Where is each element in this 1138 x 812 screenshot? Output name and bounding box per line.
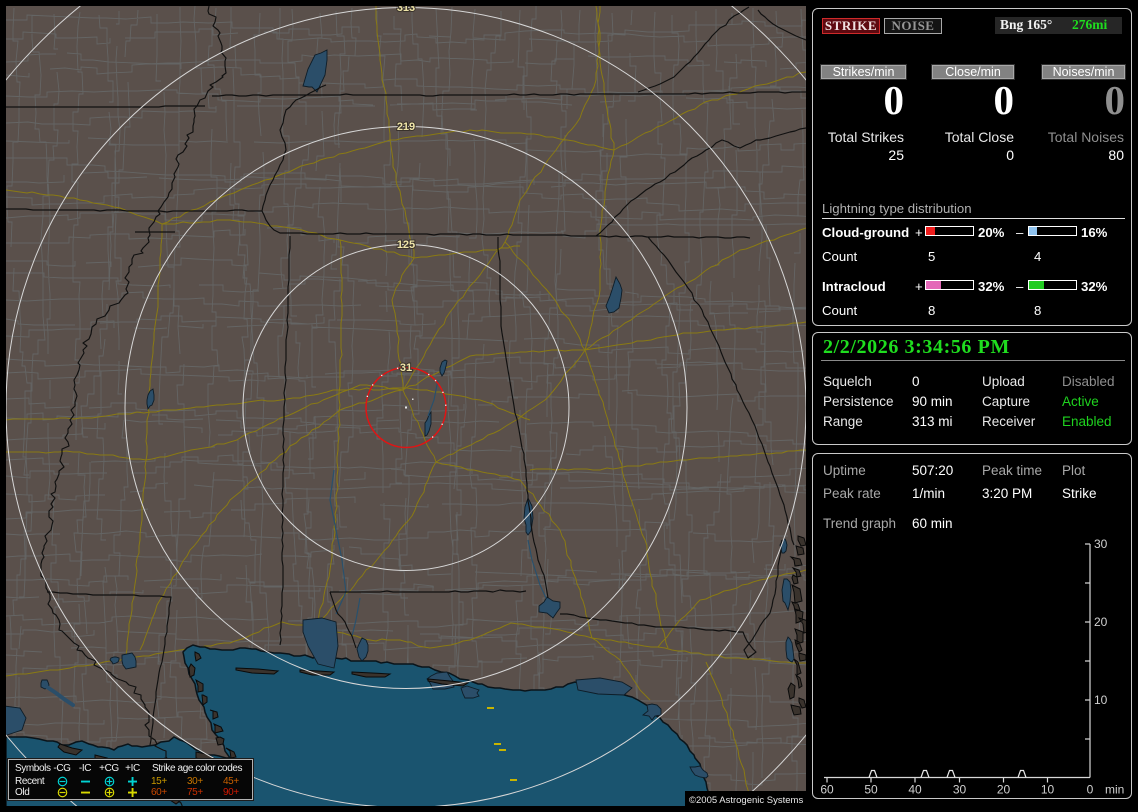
svg-text:20: 20 [1094,615,1108,629]
svg-text:10: 10 [1094,693,1108,707]
svg-text:219: 219 [397,121,415,133]
svg-text:313: 313 [397,6,415,14]
svg-text:125: 125 [397,239,415,251]
svg-text:0: 0 [1087,783,1094,797]
svg-text:30: 30 [953,783,967,797]
svg-text:31: 31 [400,362,412,374]
svg-text:10: 10 [1041,783,1055,797]
svg-text:20: 20 [997,783,1011,797]
svg-text:min: min [1105,783,1124,797]
svg-text:30: 30 [1094,537,1108,551]
svg-text:40: 40 [908,783,922,797]
svg-text:60: 60 [820,783,834,797]
svg-text:50: 50 [864,783,878,797]
